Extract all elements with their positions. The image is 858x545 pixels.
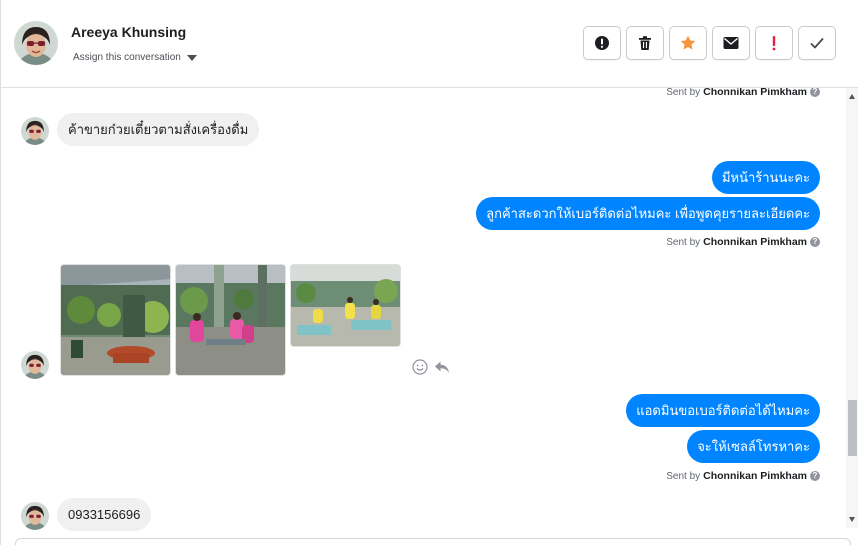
- sent-by-label: Sent by Chonnikan Pimkham ?: [666, 88, 820, 98]
- contact-avatar[interactable]: [14, 21, 58, 65]
- incoming-message[interactable]: 0933156696: [57, 498, 152, 531]
- scroll-down-arrow-icon[interactable]: [849, 517, 855, 522]
- exclamation-icon: [771, 35, 777, 51]
- thread-scrollbar[interactable]: [846, 88, 858, 528]
- contact-name[interactable]: Areeya Khunsing: [71, 24, 186, 40]
- assign-label: Assign this conversation: [73, 52, 181, 63]
- outgoing-message[interactable]: มีหน้าร้านนะคะ: [711, 161, 820, 194]
- agent-name: Chonnikan Pimkham: [703, 236, 807, 248]
- conversation-actions: [583, 26, 836, 60]
- sent-by-label: Sent by Chonnikan Pimkham ?: [666, 236, 820, 248]
- caret-down-icon: [186, 54, 197, 61]
- help-icon[interactable]: ?: [810, 88, 820, 97]
- trash-icon: [637, 35, 653, 51]
- incoming-message[interactable]: ค้าขายก๋วยเตี๋ยวตามสั่งเครื่องดื่ม: [57, 113, 260, 146]
- outgoing-message[interactable]: จะให้เซลล์โทรหาคะ: [687, 430, 820, 463]
- scrollbar-thumb[interactable]: [848, 400, 857, 456]
- message-tools: [412, 359, 450, 380]
- checkmark-icon: [809, 36, 825, 50]
- photo-customers-seated[interactable]: [175, 264, 286, 376]
- help-icon[interactable]: ?: [810, 471, 820, 481]
- mark-unread-button[interactable]: [712, 26, 750, 60]
- mark-done-button[interactable]: [798, 26, 836, 60]
- help-icon[interactable]: ?: [810, 237, 820, 247]
- agent-name: Chonnikan Pimkham: [703, 470, 807, 482]
- agent-name: Chonnikan Pimkham: [703, 88, 807, 98]
- message-composer[interactable]: [15, 538, 851, 545]
- conversation-header: Areeya Khunsing Assign this conversation: [1, 0, 858, 88]
- react-emoji-icon[interactable]: [412, 359, 428, 380]
- contact-avatar-small: [21, 502, 49, 530]
- contact-avatar-small: [21, 117, 49, 145]
- photo-restaurant-exterior[interactable]: [60, 264, 171, 376]
- photo-dining-area[interactable]: [290, 264, 401, 347]
- contact-avatar-small: [21, 351, 49, 379]
- message-thread: Sent by Chonnikan Pimkham ? ค้าขายก๋วยเต…: [1, 88, 846, 545]
- assign-conversation-dropdown[interactable]: Assign this conversation: [73, 52, 197, 63]
- envelope-icon: [723, 36, 739, 50]
- star-icon: [680, 35, 696, 51]
- scroll-up-arrow-icon[interactable]: [849, 94, 855, 99]
- outgoing-message[interactable]: แอดมินขอเบอร์ติดต่อได้ไหมคะ: [626, 394, 820, 427]
- delete-button[interactable]: [626, 26, 664, 60]
- reply-icon[interactable]: [434, 359, 450, 380]
- sent-by-label: Sent by Chonnikan Pimkham ?: [666, 470, 820, 482]
- flag-important-button[interactable]: [755, 26, 793, 60]
- mark-spam-button[interactable]: [583, 26, 621, 60]
- alert-circle-icon: [594, 35, 610, 51]
- star-button[interactable]: [669, 26, 707, 60]
- conversation-panel: Areeya Khunsing Assign this conversation: [0, 0, 858, 545]
- outgoing-message[interactable]: ลูกค้าสะดวกให้เบอร์ติดต่อไหมคะ เพื่อพูดค…: [476, 197, 820, 230]
